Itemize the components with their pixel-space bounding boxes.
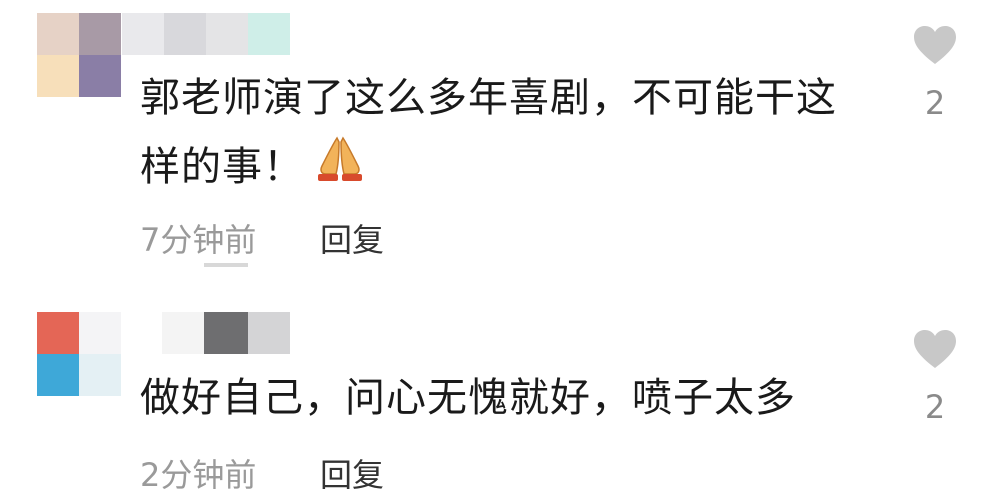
comment-text-body: 郭老师演了这么多年喜剧，不可能干这样的事！ <box>140 75 837 190</box>
username-blurred[interactable] <box>162 312 290 354</box>
avatar-pixel <box>79 13 121 55</box>
comment-item: 做好自己，问心无愧就好，喷子太多 2分钟前 回复 2 <box>0 290 1000 501</box>
avatar-pixel <box>37 312 79 354</box>
username-blurred[interactable] <box>122 13 290 55</box>
folded-hands-icon <box>312 132 368 184</box>
heart-icon <box>914 26 956 64</box>
like-count: 2 <box>924 388 946 426</box>
comment-meta: 2分钟前 回复 <box>140 450 384 496</box>
comment-text-body: 做好自己，问心无愧就好，喷子太多 <box>140 375 796 421</box>
avatar[interactable] <box>37 312 121 396</box>
username-pixel <box>248 13 290 55</box>
avatar-pixel <box>37 13 79 55</box>
username-pixel <box>204 312 248 354</box>
timestamp: 7分钟前 <box>140 221 257 259</box>
avatar-pixel <box>79 312 121 354</box>
avatar[interactable] <box>37 13 121 97</box>
avatar-pixel <box>79 55 121 97</box>
username-pixel <box>206 13 248 55</box>
comment-meta: 7分钟前 回复 <box>140 215 384 261</box>
comment-item: 郭老师演了这么多年喜剧，不可能干这样的事！ 7分钟前 回复 2 <box>0 0 1000 290</box>
like-count: 2 <box>924 84 946 122</box>
avatar-pixel <box>37 55 79 97</box>
timestamp: 2分钟前 <box>140 456 257 494</box>
avatar-pixel <box>79 354 121 396</box>
username-pixel <box>164 13 206 55</box>
username-pixel <box>162 312 204 354</box>
comment-text: 郭老师演了这么多年喜剧，不可能干这样的事！ <box>140 64 860 201</box>
like-button[interactable]: 2 <box>910 328 960 426</box>
divider <box>204 263 248 267</box>
username-pixel <box>122 13 164 55</box>
avatar-pixel <box>37 354 79 396</box>
heart-icon <box>914 330 956 368</box>
username-pixel <box>248 312 290 354</box>
reply-button[interactable]: 回复 <box>320 456 384 494</box>
reply-button[interactable]: 回复 <box>320 221 384 259</box>
like-button[interactable]: 2 <box>910 24 960 122</box>
comment-text: 做好自己，问心无愧就好，喷子太多 <box>140 364 860 432</box>
